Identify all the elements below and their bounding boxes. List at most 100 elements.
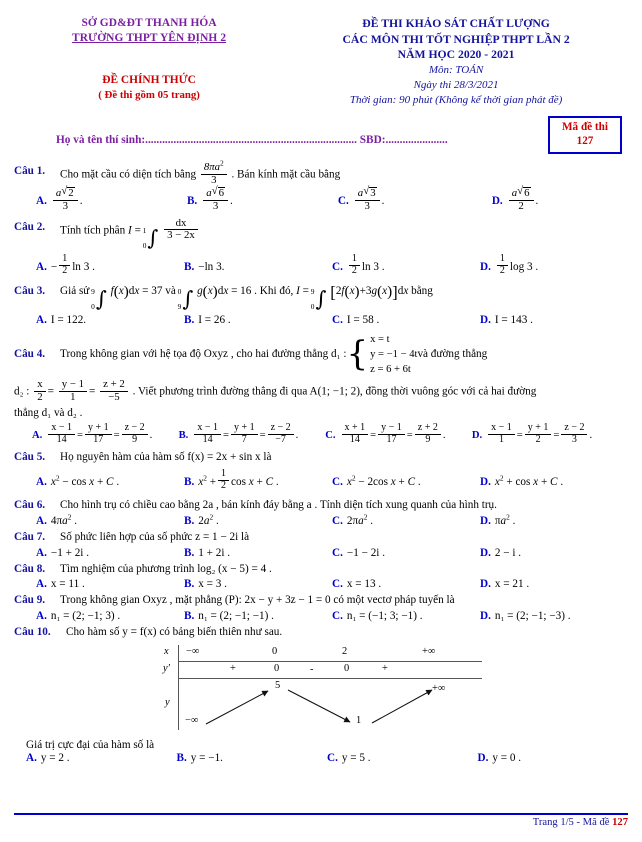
option-d[interactable]: D. 2 − i . bbox=[480, 547, 628, 559]
question-6-options: A. 4πa2 . B. 2a2 . C. 2πa2 . D. πa2 . bbox=[14, 513, 628, 527]
question-5: Câu 5. Họ nguyên hàm của hàm số f(x) = 2… bbox=[14, 449, 628, 493]
option-d[interactable]: D. n₁ = (2; −1; −3) . bbox=[480, 610, 628, 622]
footer-code: 127 bbox=[612, 817, 628, 828]
question-7: Câu 7. Số phức liên hợp của số phức z = … bbox=[14, 529, 628, 559]
option-a[interactable]: A. y = 2 . bbox=[26, 752, 177, 764]
option-b[interactable]: B. 2a2 . bbox=[184, 513, 332, 527]
page-header: SỞ GD&ĐT THANH HÓA TRƯỜNG THPT YÊN ĐỊNH … bbox=[14, 10, 628, 108]
question-7-options: A. −1 + 2i . B. 1 + 2i . C. −1 − 2i . D. 2 −… bbox=[14, 547, 628, 559]
option-c[interactable]: C. x2 − 2cos x + C . bbox=[332, 470, 480, 493]
option-b[interactable]: B. 1 + 2i . bbox=[184, 547, 332, 559]
option-a[interactable]: A. −1 + 2i . bbox=[36, 547, 184, 559]
question-8-text: Tìm nghiệm của phương trình log₂ (x − 5)… bbox=[60, 562, 272, 575]
exam-title-line-2: CÁC MÔN THI TỐT NGHIỆP THPT LẦN 2 bbox=[342, 32, 570, 46]
option-b[interactable]: B. n₁ = (2; −1; −1) . bbox=[184, 610, 332, 622]
official-exam-label: ĐỀ CHÍNH THỨC ( Đề thi gồm 05 trang) bbox=[98, 74, 200, 102]
exam-date: Ngày thi 28/3/2021 bbox=[413, 78, 499, 91]
option-d[interactable]: D. 1 2 log 3 . bbox=[480, 253, 628, 278]
exam-title-line-3: NĂM HỌC 2020 - 2021 bbox=[397, 48, 515, 62]
option-b[interactable]: B. x − 1 14 = y + 1 7 = z − 2 −7. bbox=[179, 422, 326, 447]
option-d[interactable]: D. x2 + cos x + C . bbox=[480, 470, 628, 493]
option-d[interactable]: D. I = 143 . bbox=[480, 314, 628, 326]
question-4-text: Trong không gian với hệ tọa độ Oxyz , ch… bbox=[60, 332, 628, 377]
option-c[interactable]: C. 2πa2 . bbox=[332, 513, 480, 527]
question-4-text-cont: d₂ : x 2 = y − 1 1 = z + 2 −5 . Viết phương t… bbox=[14, 377, 537, 403]
option-c[interactable]: C. n₁ = (−1; 3; −1) . bbox=[332, 610, 480, 622]
question-5-label: Câu 5. bbox=[14, 450, 46, 463]
option-b[interactable]: B. y = −1. bbox=[177, 752, 328, 764]
question-10-text: Cho hàm số y = f(x) có bảng biến thiên n… bbox=[66, 626, 283, 639]
option-a[interactable]: A. n₁ = (2; −1; 3) . bbox=[36, 610, 184, 622]
question-1-text: Cho mặt cầu có diện tích bằng 8πa2 3 . B… bbox=[60, 159, 341, 186]
question-8-options: A. x = 11 . B. x = 3 . C. x = 13 . D. x = 21… bbox=[14, 578, 628, 590]
footer-divider bbox=[14, 813, 628, 815]
option-a[interactable]: A. 4πa2 . bbox=[36, 513, 184, 527]
option-a[interactable]: A. x − 1 14 = y + 1 17 = z − 29. bbox=[32, 422, 179, 447]
candidate-name-field[interactable]: Họ và tên thí sinh:.....................… bbox=[56, 134, 448, 146]
option-c[interactable]: C. 1 2 ln 3 . bbox=[332, 253, 480, 278]
question-4-text-cont2: thẳng d₁ và d₂ . bbox=[14, 407, 83, 420]
header-right-block: ĐỀ THI KHẢO SÁT CHẤT LƯỢNG CÁC MÔN THI T… bbox=[284, 10, 628, 108]
page-footer: Trang 1/5 - Mã đề 127 bbox=[14, 813, 628, 828]
option-d[interactable]: D. a62. bbox=[492, 186, 539, 213]
question-10-options: A. y = 2 . B. y = −1. C. y = 5 . D. y = 0 . bbox=[14, 752, 628, 764]
option-c[interactable]: C. x + 1 14 = y − 1 17 = z + 29. bbox=[325, 422, 472, 447]
question-1-label: Câu 1. bbox=[14, 164, 46, 177]
exam-code-box: Mã đề thi 127 bbox=[548, 115, 622, 154]
footer-text: Trang 1/5 - Mã đề 127 bbox=[14, 817, 628, 828]
exam-code-label: Mã đề thi bbox=[562, 120, 608, 133]
question-3: Câu 3. Giả sử 9 0 ∫ f(x)dx = 37 và 0 9 ∫ g(x… bbox=[14, 283, 628, 326]
page-count-note: ( Đề thi gồm 05 trang) bbox=[98, 89, 200, 102]
option-d[interactable]: D. x − 1 1 = y + 1 2 = z − 23. bbox=[472, 422, 619, 447]
question-5-options: A. x2 − cos x + C . B. x2 +1 2 cos x + C . C… bbox=[14, 469, 628, 493]
option-d[interactable]: D. πa2 . bbox=[480, 513, 628, 527]
department-name: SỞ GD&ĐT THANH HÓA bbox=[81, 17, 217, 29]
question-6-text: Cho hình trụ có chiều cao bằng 2a , bán … bbox=[60, 499, 497, 512]
question-10-label: Câu 10. bbox=[14, 626, 51, 639]
question-2: Câu 2. Tính tích phân I = 10 ∫ dx 3 − 2x … bbox=[14, 217, 628, 278]
q4-system-brace: { x = t y = −1 − 4t z = 6 + 6t bbox=[346, 333, 418, 375]
option-a[interactable]: A. −1 2 ln 3 . bbox=[36, 253, 184, 278]
question-8: Câu 8. Tìm nghiệm của phương trình log₂ … bbox=[14, 561, 628, 591]
question-10: Câu 10. Cho hàm số y = f(x) có bảng biến… bbox=[14, 624, 628, 764]
question-2-options: A. −1 2 ln 3 . B. −ln 3. C. 1 2 ln 3 . D. 12l… bbox=[14, 253, 628, 278]
option-b[interactable]: B. x2 +1 2 cos x + C . bbox=[184, 469, 332, 493]
option-a[interactable]: A. I = 122. bbox=[36, 314, 184, 326]
exam-title-line-1: ĐỀ THI KHẢO SÁT CHẤT LƯỢNG bbox=[362, 17, 550, 30]
question-8-label: Câu 8. bbox=[14, 562, 46, 575]
option-d[interactable]: D. y = 0 . bbox=[478, 752, 629, 764]
question-9: Câu 9. Trong không gian Oxyz , mặt phẳng… bbox=[14, 592, 628, 622]
questions-container: Câu 1. Cho mặt cầu có diện tích bằng 8πa… bbox=[14, 159, 628, 764]
question-9-text: Trong không gian Oxyz , mặt phẳng (P): 2… bbox=[60, 594, 455, 607]
exam-subject: Môn: TOÁN bbox=[428, 64, 484, 77]
option-c[interactable]: C. x = 13 . bbox=[332, 578, 480, 590]
option-c[interactable]: C. y = 5 . bbox=[327, 752, 478, 764]
q2-integral: 10 ∫ bbox=[142, 226, 159, 251]
question-4-label: Câu 4. bbox=[14, 347, 46, 360]
variation-arrows bbox=[205, 689, 433, 725]
question-7-label: Câu 7. bbox=[14, 530, 46, 543]
question-2-text: Tính tích phân I = 10 ∫ dx 3 − 2x bbox=[60, 217, 628, 251]
q1-area-fraction: 8πa2 3 bbox=[200, 160, 227, 186]
option-b[interactable]: B. x = 3 . bbox=[184, 578, 332, 590]
question-4: Câu 4. Trong không gian với hệ tọa độ Ox… bbox=[14, 332, 628, 447]
exam-code-value: 127 bbox=[576, 135, 594, 148]
option-c[interactable]: C. −1 − 2i . bbox=[332, 547, 480, 559]
footer-page-label: Trang 1/5 - Mã đề bbox=[532, 817, 613, 828]
option-b[interactable]: B. a63. bbox=[187, 186, 338, 213]
option-a[interactable]: A. a23. bbox=[36, 186, 187, 213]
question-1-options: A. a23. B. a63. C. a33. D. a62. bbox=[14, 186, 628, 213]
option-b[interactable]: B. I = 26 . bbox=[184, 314, 332, 326]
option-a[interactable]: A. x = 11 . bbox=[36, 578, 184, 590]
question-5-text: Họ nguyên hàm của hàm số f(x) = 2x + sin… bbox=[60, 450, 272, 463]
option-a[interactable]: A. x2 − cos x + C . bbox=[36, 470, 184, 493]
question-2-label: Câu 2. bbox=[14, 220, 46, 233]
candidate-info-row: Họ và tên thí sinh:.....................… bbox=[14, 115, 628, 154]
option-d[interactable]: D. x = 21 . bbox=[480, 578, 628, 590]
option-c[interactable]: C. I = 58 . bbox=[332, 314, 480, 326]
option-b[interactable]: B. −ln 3. bbox=[184, 255, 332, 278]
exam-page: SỞ GD&ĐT THANH HÓA TRƯỜNG THPT YÊN ĐỊNH … bbox=[0, 0, 642, 842]
option-c[interactable]: C. a33. bbox=[338, 186, 492, 213]
question-1: Câu 1. Cho mặt cầu có diện tích bằng 8πa… bbox=[14, 159, 628, 214]
variation-table: x −∞ 0 2 +∞ y′ + 0 - 0 + y −∞ 5 1 +∞ bbox=[160, 645, 482, 737]
